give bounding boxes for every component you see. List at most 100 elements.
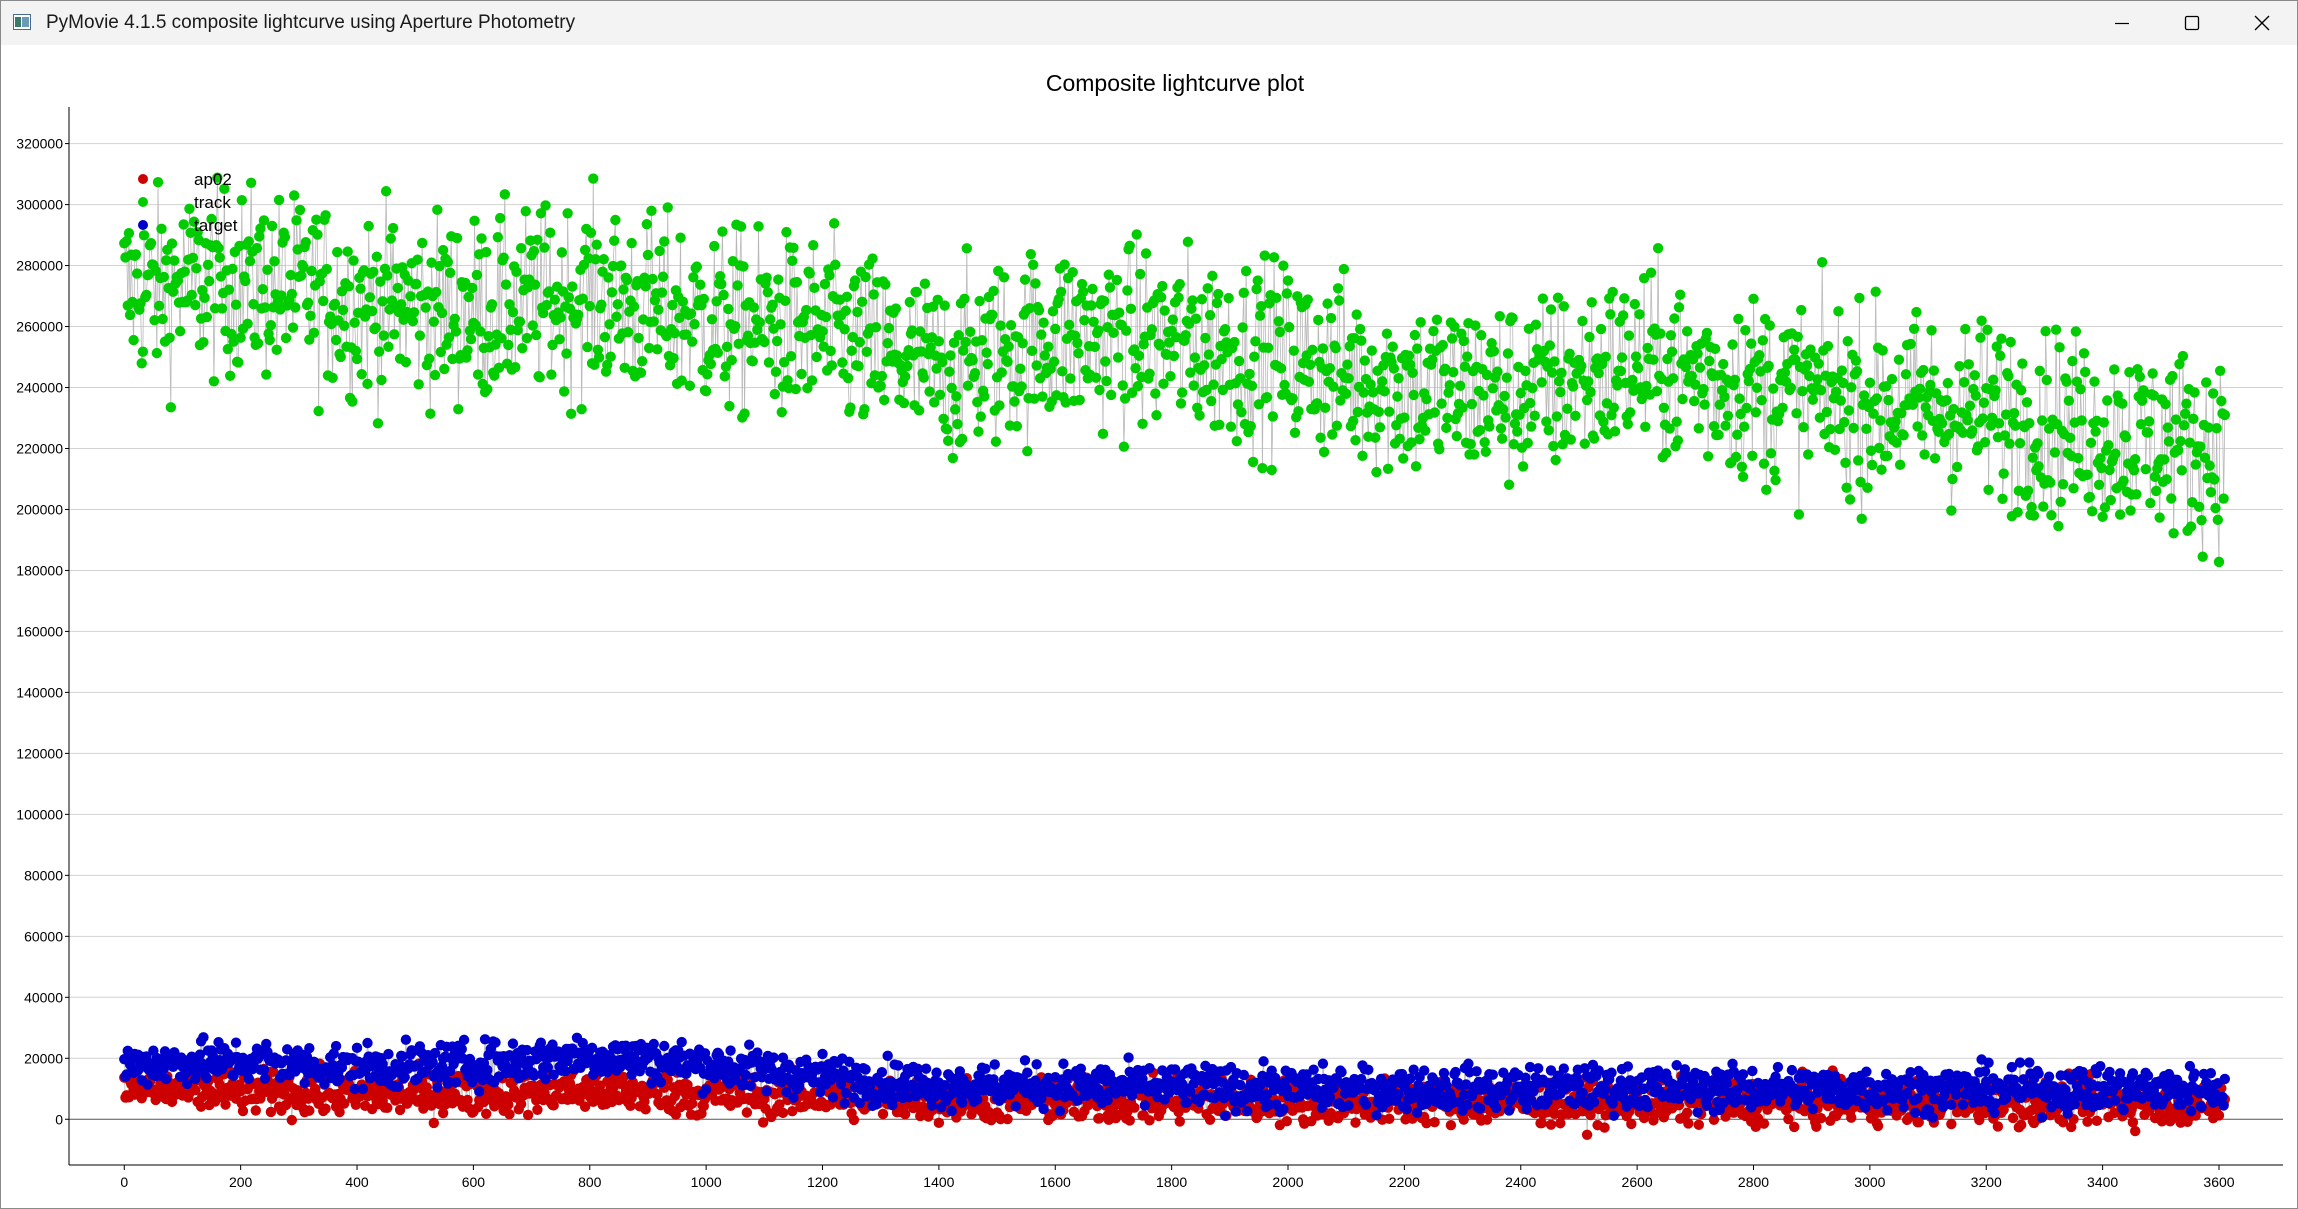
- connector-track: [1612, 291, 1615, 408]
- y-tick-label: 80000: [24, 867, 63, 883]
- connector-track: [1330, 318, 1333, 435]
- connector-track: [1201, 299, 1204, 393]
- connector-track: [1959, 366, 1962, 431]
- connector-track: [1258, 315, 1261, 405]
- connector-track: [1584, 385, 1587, 444]
- connector-track: [2018, 443, 2021, 491]
- plot-area[interactable]: Composite lightcurve plot 0 20000 40000 600…: [1, 45, 2297, 1208]
- connector-track: [1987, 329, 1989, 490]
- lightcurve-chart[interactable]: Composite lightcurve plot 02000040000600…: [1, 45, 2297, 1208]
- connector-track: [427, 291, 430, 359]
- y-tick-label: 320000: [16, 136, 63, 152]
- connector-track: [738, 265, 741, 344]
- connector-track: [1272, 257, 1275, 417]
- connector-track: [790, 260, 793, 357]
- close-button[interactable]: [2227, 1, 2297, 45]
- connector-track: [1207, 288, 1210, 355]
- connector-track: [322, 219, 325, 301]
- connector-track: [1270, 295, 1273, 470]
- connector-track: [1215, 302, 1218, 365]
- connector-track: [511, 312, 514, 370]
- connector-track: [460, 282, 463, 356]
- connector-track: [2179, 364, 2181, 442]
- connector-track: [1849, 387, 1852, 500]
- minimize-button[interactable]: [2087, 1, 2157, 45]
- connector-track: [419, 296, 422, 336]
- connector-track: [1129, 245, 1132, 309]
- connector-track: [504, 194, 507, 285]
- connector-track: [1555, 416, 1558, 460]
- connector-track: [489, 307, 492, 348]
- connector-track: [1159, 297, 1162, 346]
- connector-track: [1476, 366, 1479, 432]
- connector-track: [1095, 332, 1098, 378]
- y-tick-label: 60000: [24, 928, 63, 944]
- connector-track: [348, 286, 351, 398]
- connector-track: [1214, 364, 1217, 426]
- connector-track: [1978, 337, 1981, 423]
- connector-track: [1181, 339, 1184, 393]
- x-tick-label: 2800: [1738, 1174, 1769, 1190]
- connector-track: [1033, 283, 1036, 399]
- connector-track: [944, 305, 947, 429]
- connector-track: [1303, 304, 1306, 380]
- connector-track: [1772, 388, 1775, 471]
- app-window: PyMovie 4.1.5 composite lightcurve using…: [0, 0, 2298, 1209]
- y-tick-label: 140000: [16, 684, 63, 700]
- connector-track: [1853, 374, 1856, 429]
- connector-track: [2075, 331, 2078, 382]
- connector-track: [2113, 369, 2116, 454]
- connector-track: [313, 285, 316, 333]
- connector-track: [1619, 321, 1622, 372]
- connector-track: [1520, 393, 1523, 448]
- connector-track: [873, 294, 876, 376]
- connector-track: [263, 220, 266, 308]
- close-icon: [2254, 15, 2270, 31]
- connector-track: [1829, 382, 1832, 430]
- connector-track: [1285, 293, 1288, 394]
- connector-track: [1734, 379, 1737, 458]
- connector-track: [1145, 253, 1148, 308]
- connector-track: [429, 262, 432, 414]
- connector-track: [1149, 334, 1152, 374]
- connector-track: [284, 237, 287, 338]
- connector-track: [2003, 435, 2006, 474]
- connector-track: [1056, 303, 1058, 396]
- connector-track: [213, 308, 216, 382]
- connector-track: [663, 241, 666, 334]
- connector-track: [2135, 369, 2138, 495]
- connector-track: [485, 252, 488, 390]
- connector-track: [1751, 298, 1754, 456]
- connector-track: [385, 191, 388, 276]
- connector-track: [526, 287, 529, 339]
- connector-track: [1117, 312, 1120, 358]
- connector-track: [744, 305, 747, 414]
- connector-track: [194, 268, 197, 306]
- connector-track: [317, 234, 320, 412]
- connector-track: [327, 321, 330, 376]
- y-tick-label: 0: [55, 1111, 63, 1127]
- x-tick-label: 400: [345, 1174, 369, 1190]
- connector-track: [2028, 423, 2031, 515]
- connector-track: [1859, 297, 1861, 482]
- y-tick-label: 200000: [16, 501, 63, 517]
- connector-track: [381, 301, 384, 380]
- title-bar[interactable]: PyMovie 4.1.5 composite lightcurve using…: [1, 1, 2297, 45]
- connector-track: [351, 260, 354, 402]
- connector-track: [1639, 314, 1642, 388]
- connector-track: [1139, 274, 1142, 377]
- y-tick-label: 120000: [16, 745, 63, 761]
- y-tick-label: 20000: [24, 1050, 63, 1066]
- connector-track: [1266, 347, 1269, 398]
- y-tick-label: 160000: [16, 623, 63, 639]
- chart-title: Composite lightcurve plot: [1046, 70, 1305, 96]
- connector-track: [1470, 404, 1473, 445]
- connector-track: [157, 182, 160, 306]
- connector-track: [280, 242, 283, 296]
- maximize-button[interactable]: [2157, 1, 2227, 45]
- connector-track: [1871, 413, 1874, 466]
- connector-track: [916, 291, 919, 352]
- connector-track: [1800, 310, 1803, 392]
- app-icon: [13, 14, 31, 30]
- connector-track: [1324, 371, 1327, 408]
